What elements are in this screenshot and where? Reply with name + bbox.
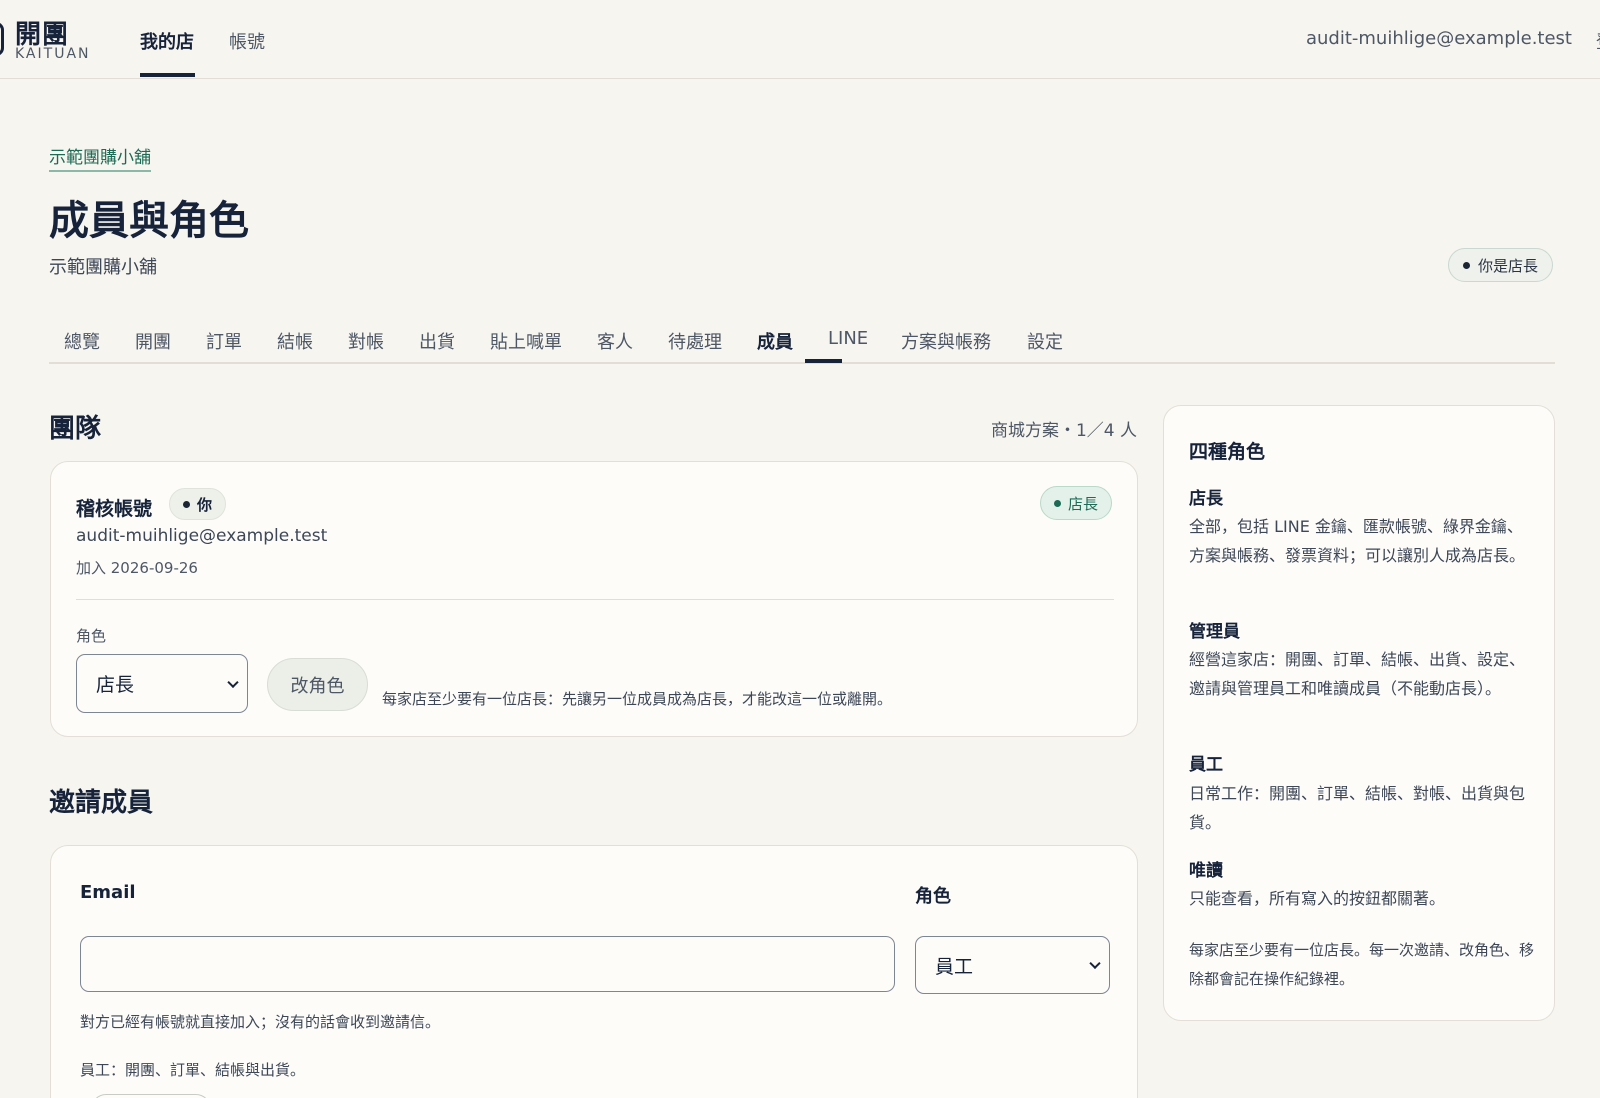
page-subtitle: 示範團購小舖 [49, 257, 157, 278]
tab-customers[interactable]: 客人 [597, 328, 633, 354]
role-readonly-name: 唯讀 [1189, 861, 1223, 881]
member-role-badge: 店長 [1039, 486, 1112, 520]
owner-status-chip: 你是店長 [1447, 248, 1553, 282]
email-field-label: Email [80, 882, 136, 903]
role-change-note: 每家店至少要有一位店長：先讓另一位成員成為店長，才能改這一位或離開。 [382, 690, 893, 708]
user-email: audit-muihlige@example.test [1305, 28, 1572, 49]
invite-title: 邀請成員 [49, 788, 154, 818]
tab-orders[interactable]: 訂單 [206, 328, 242, 354]
role-readonly-desc: 只能查看，所有寫入的按鈕都關著。 [1189, 889, 1446, 908]
plan-member-count: 商城方案・1／4 人 [990, 421, 1137, 441]
owner-chip-label: 你是店長 [1477, 256, 1538, 275]
you-chip-label: 你 [197, 495, 213, 514]
member-joined-date: 加入 2026-09-26 [76, 559, 198, 577]
top-bar: 開團 KAITUAN 我的店 帳號 audit-muihlige@example… [0, 0, 1600, 79]
roles-info-card: 四種角色 店長 全部，包括 LINE 金鑰、匯款帳號、綠界金鑰、方案與帳務、發票… [1163, 405, 1555, 1021]
tab-pending[interactable]: 待處理 [668, 328, 722, 354]
role-badge-label: 店長 [1067, 494, 1098, 513]
invite-role-description: 員工：開團、訂單、結帳與出貨。 [80, 1061, 306, 1079]
page-title: 成員與角色 [49, 198, 249, 244]
nav-account[interactable]: 帳號 [229, 28, 265, 54]
chevron-down-icon [227, 676, 239, 688]
invite-card: Email 角色 員工 對方已經有帳號就直接加入；沒有的話會收到邀請信。 員工：… [50, 845, 1138, 1098]
roles-footer-note: 每家店至少要有一位店長。每一次邀請、改角色、移除都會記在操作紀錄裡。 [1189, 941, 1535, 988]
tab-plan-billing[interactable]: 方案與帳務 [901, 328, 991, 354]
divider [76, 599, 1114, 600]
tab-members[interactable]: 成員 [757, 328, 793, 354]
tab-shipping[interactable]: 出貨 [419, 328, 455, 354]
role-owner-name: 店長 [1189, 489, 1223, 509]
logo-mark [0, 22, 4, 56]
nav-my-store[interactable]: 我的店 [140, 28, 194, 54]
tab-group-buy[interactable]: 開團 [135, 328, 171, 354]
invite-role-select-value: 員工 [935, 955, 974, 978]
status-dot-icon [1462, 261, 1470, 269]
invite-submit-button[interactable] [91, 1094, 211, 1098]
role-select-label: 角色 [76, 627, 107, 645]
tab-settings[interactable]: 設定 [1027, 328, 1063, 354]
invite-hint: 對方已經有帳號就直接加入；沒有的話會收到邀請信。 [80, 1013, 441, 1031]
role-owner-desc: 全部，包括 LINE 金鑰、匯款帳號、綠界金鑰、方案與帳務、發票資料；可以讓別人… [1189, 517, 1526, 565]
team-title: 團隊 [49, 414, 102, 444]
member-card: 稽核帳號 你 店長 audit-muihlige@example.test 加入… [50, 461, 1138, 737]
tab-reconcile[interactable]: 對帳 [348, 328, 384, 354]
invite-role-label: 角色 [915, 886, 951, 907]
logo-subtext: KAITUAN [15, 46, 91, 62]
change-role-button[interactable]: 改角色 [267, 658, 368, 711]
tab-checkout[interactable]: 結帳 [277, 328, 313, 354]
tab-active-indicator [805, 359, 842, 363]
member-email: audit-muihlige@example.test [76, 526, 328, 546]
nav-active-indicator [140, 73, 195, 77]
role-staff-desc: 日常工作：開團、訂單、結帳、對帳、出貨與包貨。 [1189, 784, 1526, 832]
tab-paste-orders[interactable]: 貼上喊單 [490, 328, 562, 354]
role-staff-name: 員工 [1189, 755, 1223, 775]
role-admin-name: 管理員 [1189, 622, 1240, 642]
tab-overview[interactable]: 總覽 [64, 328, 100, 354]
role-dot-icon [1053, 499, 1061, 507]
role-admin-desc: 經營這家店：開團、訂單、結帳、出貨、設定、邀請與管理員工和唯讀成員（不能動店長）… [1189, 650, 1526, 698]
member-role-select-value: 店長 [96, 674, 135, 696]
invite-email-input[interactable] [80, 936, 895, 992]
store-tabs: 總覽 開團 訂單 結帳 對帳 出貨 貼上喊單 客人 待處理 成員 LINE 方案… [49, 310, 1555, 364]
member-role-select[interactable]: 店長 [76, 654, 248, 713]
tab-line[interactable]: LINE [828, 328, 868, 349]
breadcrumb-store[interactable]: 示範團購小舖 [49, 143, 151, 172]
you-dot-icon [183, 500, 190, 508]
member-name: 稽核帳號 [76, 498, 153, 520]
roles-title: 四種角色 [1189, 441, 1266, 463]
logout-link[interactable]: 登 [1596, 28, 1600, 54]
chevron-down-icon [1089, 957, 1101, 970]
you-chip: 你 [169, 488, 227, 520]
invite-role-select[interactable]: 員工 [915, 936, 1110, 994]
